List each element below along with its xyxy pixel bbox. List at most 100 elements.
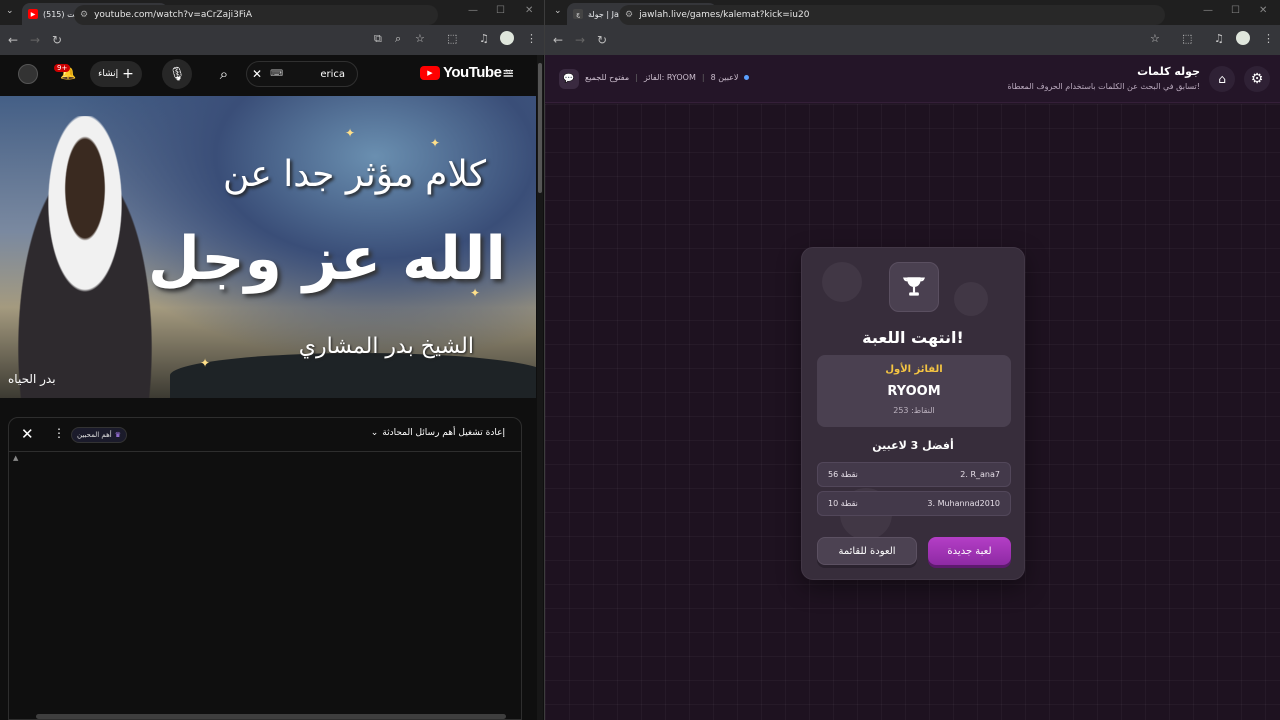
- jawlah-browser-window: ⌄ ج جولة | Jawlah - منصة الألعاب الت ✕ +…: [545, 0, 1280, 720]
- forward-button[interactable]: →: [24, 33, 46, 47]
- home-icon[interactable]: ⌂: [1209, 66, 1235, 92]
- back-button[interactable]: ←: [547, 33, 569, 47]
- maximize-button[interactable]: ☐: [496, 5, 505, 16]
- plus-icon: +: [122, 66, 134, 82]
- game-meta: مفتوح للجميع | الفائز: RYOOM | 8 لاعبين: [585, 73, 750, 82]
- player-points: 10 نقطة: [828, 499, 858, 508]
- new-game-button[interactable]: لعبة جديدة: [928, 537, 1011, 565]
- clear-search-icon[interactable]: ✕: [252, 67, 262, 81]
- site-info-icon[interactable]: ⚙: [80, 10, 88, 20]
- video-title-line2: الله عز وجل: [147, 224, 506, 294]
- first-place-name: RYOOM: [887, 384, 941, 399]
- notification-count-badge: 9+: [54, 64, 71, 72]
- media-control-icon[interactable]: ♫: [1214, 32, 1224, 45]
- star-decoration: ✦: [200, 356, 211, 370]
- create-label: إنشاء: [98, 69, 119, 79]
- scrollbar-thumb[interactable]: [538, 63, 542, 193]
- video-title-line1: كلام مؤثر جدا عن: [222, 154, 486, 195]
- reload-button[interactable]: ↻: [591, 33, 613, 47]
- close-window-button[interactable]: ✕: [1259, 5, 1267, 16]
- reload-button[interactable]: ↻: [46, 33, 68, 47]
- player-name: 2. R_ana7: [960, 470, 1000, 479]
- game-subtitle: تسابق في البحث عن الكلمات باستخدام الحرو…: [1007, 82, 1200, 91]
- chat-bubble-icon[interactable]: 💬: [559, 69, 579, 89]
- youtube-play-icon: ▶: [420, 65, 440, 80]
- cast-icon[interactable]: ⧉: [374, 32, 382, 46]
- horizontal-scrollbar[interactable]: [36, 714, 506, 719]
- video-watermark: بدر الحياه: [8, 372, 56, 386]
- game-over-heading: انتهت اللعبة!: [862, 328, 964, 347]
- url-text: jawlah.live/games/kalemat?kick=iu20: [639, 10, 810, 20]
- chat-more-options-icon[interactable]: ⋮: [53, 426, 65, 440]
- url-text: youtube.com/watch?v=aCrZaji3FiA: [94, 10, 252, 20]
- close-chat-button[interactable]: ✕: [21, 425, 34, 443]
- chat-title: إعادة تشغيل أهم رسائل المحادثة: [382, 428, 505, 438]
- media-control-icon[interactable]: ♫: [479, 32, 489, 45]
- bubble-decoration: [954, 282, 988, 316]
- browser-toolbar: ← → ↻: [0, 25, 544, 55]
- youtube-logo[interactable]: ▶ YouTube SA: [420, 64, 512, 81]
- speaker-image: [0, 116, 170, 398]
- back-button[interactable]: ←: [2, 33, 24, 47]
- winner-box: الفائز الأول RYOOM النقاط: 253: [817, 355, 1011, 427]
- top-players-title: أفضل 3 لاعبين: [872, 439, 954, 452]
- back-to-menu-button[interactable]: العودة للقائمة: [817, 537, 917, 565]
- video-landscape: [170, 353, 536, 398]
- address-bar[interactable]: ⚙ youtube.com/watch?v=aCrZaji3FiA: [74, 5, 438, 25]
- search-input[interactable]: ✕ ⌨ erica: [246, 61, 358, 87]
- extensions-icon[interactable]: ⬚: [447, 32, 457, 45]
- page-scrollbar[interactable]: [537, 55, 543, 720]
- chat-header: ⌄ إعادة تشغيل أهم رسائل المحادثة ✕ ⋮ أهم…: [9, 418, 521, 452]
- youtube-wordmark: YouTube: [443, 64, 502, 81]
- bookmark-star-icon[interactable]: ☆: [1150, 32, 1160, 45]
- leaderboard-row: 2. R_ana7 56 نقطة: [817, 462, 1011, 487]
- extensions-icon[interactable]: ⬚: [1182, 32, 1192, 45]
- meta-separator: |: [701, 73, 705, 82]
- forward-button[interactable]: →: [569, 33, 591, 47]
- voice-search-button[interactable]: 🎙: [162, 59, 192, 89]
- star-decoration: ✦: [430, 136, 441, 150]
- region-code: SA: [504, 69, 513, 76]
- profile-avatar-icon[interactable]: [1236, 31, 1250, 45]
- create-button[interactable]: إنشاء +: [90, 61, 142, 87]
- first-place-points: النقاط: 253: [893, 406, 935, 415]
- browser-toolbar: ← → ↻: [545, 25, 1280, 55]
- chip-label: أهم المحبين: [77, 431, 112, 439]
- scroll-up-arrow-icon[interactable]: ▲: [13, 454, 18, 462]
- search-button[interactable]: ⌕: [209, 59, 239, 89]
- settings-gear-icon[interactable]: ⚙: [1244, 66, 1270, 92]
- youtube-favicon-icon: ▶: [28, 9, 38, 19]
- bookmark-star-icon[interactable]: ☆: [415, 32, 425, 45]
- star-decoration: ✦: [345, 126, 356, 140]
- top-fans-chip[interactable]: أهم المحبين ♛: [71, 427, 127, 443]
- meta-separator: |: [635, 73, 638, 82]
- browser-menu-icon[interactable]: ⋮: [526, 32, 537, 45]
- video-player[interactable]: ✦ ✦ ✦ ✦ كلام مؤثر جدا عن الله عز وجل الش…: [0, 96, 536, 398]
- site-info-icon[interactable]: ⚙: [625, 10, 633, 20]
- leaderboard-row: 3. Muhannad2010 10 نقطة: [817, 491, 1011, 516]
- first-place-label: الفائز الأول: [885, 364, 943, 375]
- access-status: مفتوح للجميع: [585, 73, 630, 82]
- tab-search-button[interactable]: ⌄: [554, 6, 562, 16]
- channel-avatar[interactable]: [18, 64, 38, 84]
- minimize-button[interactable]: —: [1203, 5, 1213, 16]
- bubble-decoration: [822, 262, 862, 302]
- online-dot-icon: [744, 75, 750, 80]
- youtube-browser-window: ⌄ ▶ (515) الثقة في الله عز وجل نت ✕ + — …: [0, 0, 544, 720]
- search-query-text: erica: [320, 68, 345, 80]
- close-window-button[interactable]: ✕: [525, 5, 533, 16]
- winner-status: الفائز: RYOOM: [643, 73, 696, 82]
- maximize-button[interactable]: ☐: [1231, 5, 1240, 16]
- player-name: 3. Muhannad2010: [927, 499, 1000, 508]
- game-title: جوله كلمات: [1137, 65, 1200, 78]
- chat-mode-dropdown[interactable]: ⌄ إعادة تشغيل أهم رسائل المحادثة: [371, 428, 505, 438]
- trophy-icon: [889, 262, 939, 312]
- address-bar[interactable]: ⚙ jawlah.live/games/kalemat?kick=iu20: [619, 5, 1165, 25]
- zoom-icon[interactable]: ⌕: [395, 32, 401, 46]
- minimize-button[interactable]: —: [468, 5, 478, 16]
- keyboard-icon[interactable]: ⌨: [270, 69, 283, 79]
- tab-search-button[interactable]: ⌄: [6, 6, 14, 16]
- profile-avatar-icon[interactable]: [500, 31, 514, 45]
- browser-menu-icon[interactable]: ⋮: [1263, 32, 1274, 45]
- player-points: 56 نقطة: [828, 470, 858, 479]
